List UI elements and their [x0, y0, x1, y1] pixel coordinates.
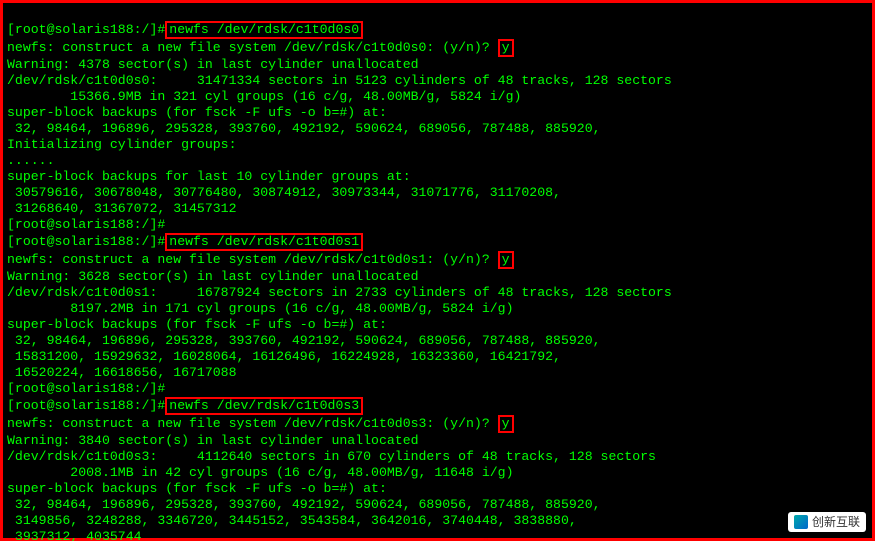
command-s1: newfs /dev/rdsk/c1t0d0s1 — [169, 234, 359, 249]
output-line: Initializing cylinder groups: — [7, 137, 237, 152]
output-line: 16520224, 16618656, 16717088 — [7, 365, 237, 380]
output-line: /dev/rdsk/c1t0d0s1: 16787924 sectors in … — [7, 285, 672, 300]
output-line: super-block backups (for fsck -F ufs -o … — [7, 105, 387, 120]
output-line: 32, 98464, 196896, 295328, 393760, 49219… — [7, 497, 601, 512]
output-line: 2008.1MB in 42 cyl groups (16 c/g, 48.00… — [7, 465, 513, 480]
output-line: Warning: 4378 sector(s) in last cylinder… — [7, 57, 419, 72]
confirm-answer-s0: y — [498, 39, 514, 57]
confirm-q-s0: newfs: construct a new file system /dev/… — [7, 40, 498, 55]
terminal-window[interactable]: [root@solaris188:/]# newfs /dev/rdsk/c1t0… — [0, 0, 875, 541]
output-line: 30579616, 30678048, 30776480, 30874912, … — [7, 185, 561, 200]
output-line: super-block backups (for fsck -F ufs -o … — [7, 317, 387, 332]
output-line: 32, 98464, 196896, 295328, 393760, 49219… — [7, 121, 601, 136]
prompt: [root@solaris188:/]# — [7, 217, 165, 232]
output-line: /dev/rdsk/c1t0d0s3: 4112640 sectors in 6… — [7, 449, 656, 464]
output-line: 3149856, 3248288, 3346720, 3445152, 3543… — [7, 513, 577, 528]
answer-text: y — [502, 252, 510, 267]
prompt: [root@solaris188:/]# — [7, 22, 165, 37]
confirm-q-s1: newfs: construct a new file system /dev/… — [7, 252, 498, 267]
output-line: super-block backups for last 10 cylinder… — [7, 169, 411, 184]
confirm-answer-s3: y — [498, 415, 514, 433]
answer-text: y — [502, 40, 510, 55]
confirm-q-s3: newfs: construct a new file system /dev/… — [7, 416, 498, 431]
command-highlight-s0: newfs /dev/rdsk/c1t0d0s0 — [165, 21, 363, 39]
confirm-answer-s1: y — [498, 251, 514, 269]
output-line: 15831200, 15929632, 16028064, 16126496, … — [7, 349, 561, 364]
output-line: Warning: 3628 sector(s) in last cylinder… — [7, 269, 419, 284]
watermark-text: 创新互联 — [812, 514, 860, 530]
prompt: [root@solaris188:/]# — [7, 398, 165, 413]
output-line: 15366.9MB in 321 cyl groups (16 c/g, 48.… — [7, 89, 521, 104]
command-highlight-s1: newfs /dev/rdsk/c1t0d0s1 — [165, 233, 363, 251]
command-s0: newfs /dev/rdsk/c1t0d0s0 — [169, 22, 359, 37]
output-line: 31268640, 31367072, 31457312 — [7, 201, 237, 216]
command-highlight-s3: newfs /dev/rdsk/c1t0d0s3 — [165, 397, 363, 415]
prompt: [root@solaris188:/]# — [7, 381, 165, 396]
output-line: 8197.2MB in 171 cyl groups (16 c/g, 48.0… — [7, 301, 513, 316]
output-line: 32, 98464, 196896, 295328, 393760, 49219… — [7, 333, 601, 348]
watermark-icon — [794, 515, 808, 529]
output-line: /dev/rdsk/c1t0d0s0: 31471334 sectors in … — [7, 73, 672, 88]
output-line: ...... — [7, 153, 54, 168]
output-line: 3937312, 4035744 — [7, 529, 142, 541]
output-line: super-block backups (for fsck -F ufs -o … — [7, 481, 387, 496]
prompt: [root@solaris188:/]# — [7, 234, 165, 249]
command-s3: newfs /dev/rdsk/c1t0d0s3 — [169, 398, 359, 413]
watermark: 创新互联 — [788, 512, 866, 532]
answer-text: y — [502, 416, 510, 431]
output-line: Warning: 3840 sector(s) in last cylinder… — [7, 433, 419, 448]
